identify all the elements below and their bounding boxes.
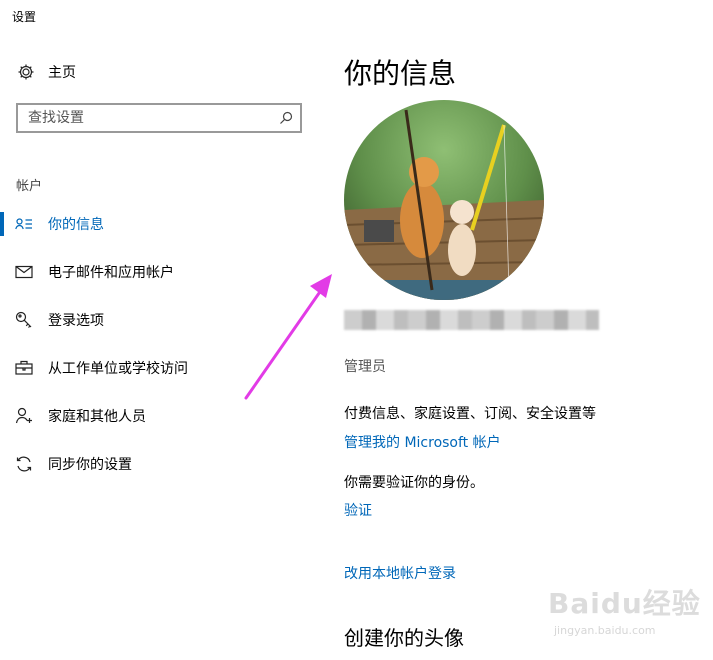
manage-microsoft-account-link[interactable]: 管理我的 Microsoft 帐户 [344,432,501,452]
verify-identity-text: 你需要验证你的身份。 [344,475,484,491]
watermark: Baidu经验 jingyan.baidu.com [548,582,708,652]
key-icon [14,310,34,330]
briefcase-icon [14,358,34,378]
sidebar-item-label: 你的信息 [48,217,104,233]
sidebar-item-label: 从工作单位或学校访问 [48,361,188,377]
search-icon[interactable] [272,105,300,131]
switch-local-account-link[interactable]: 改用本地帐户登录 [344,563,456,583]
sidebar-item-label: 同步你的设置 [48,457,132,473]
watermark-url: jingyan.baidu.com [554,624,656,637]
watermark-brand: Baidu经验 [548,587,701,620]
sidebar-item-label: 登录选项 [48,313,104,329]
sidebar-item-label: 家庭和其他人员 [48,409,146,425]
gear-icon [16,62,36,82]
account-role: 管理员 [344,359,386,375]
billing-description: 付费信息、家庭设置、订阅、安全设置等 [344,406,596,422]
search-box[interactable] [16,103,302,133]
home-nav-item[interactable]: 主页 [16,62,76,82]
person-card-icon [14,214,34,234]
verify-link[interactable]: 验证 [344,500,372,520]
add-person-icon [14,406,34,426]
sidebar-item-label: 电子邮件和应用帐户 [48,265,174,281]
create-avatar-heading: 创建你的头像 [344,626,464,650]
avatar [344,100,544,300]
mail-icon [14,262,34,282]
sidebar-item-sync[interactable]: 同步你的设置 [0,448,330,480]
annotation-arrow-icon [244,274,332,400]
home-label: 主页 [48,65,76,81]
page-title: 你的信息 [344,57,457,90]
sync-icon [14,454,34,474]
search-input[interactable] [18,109,272,127]
account-name-redacted [344,310,599,330]
main-content: 你的信息 管理员 付费信息、家庭设置、订阅、安全设置等 管理我的 Microso… [344,0,713,660]
sidebar-item-your-info[interactable]: 你的信息 [0,208,330,240]
section-label-accounts: 帐户 [16,179,43,194]
